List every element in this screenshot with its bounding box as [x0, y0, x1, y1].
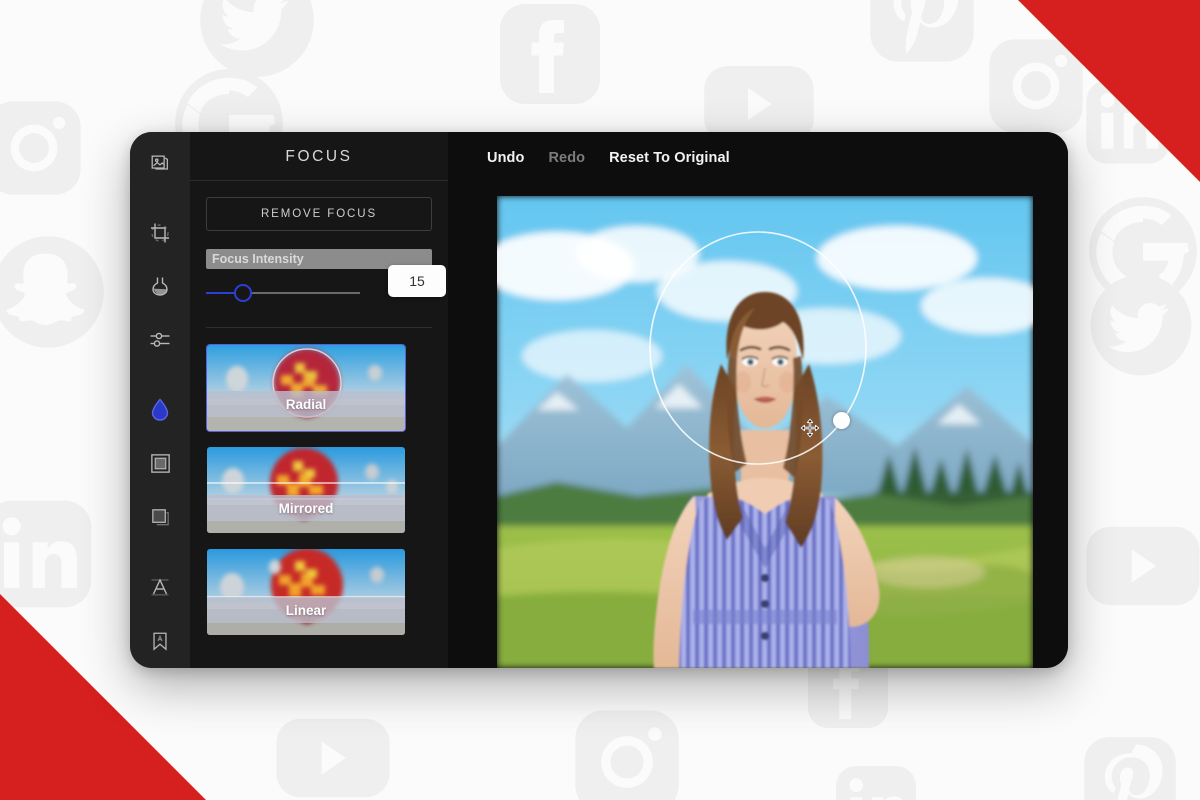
slider-thumb[interactable] — [233, 284, 252, 302]
edited-photo — [497, 196, 1033, 668]
photo-stack-icon[interactable] — [140, 148, 180, 178]
tool-rail — [130, 132, 190, 668]
canvas-area: Undo Redo Reset To Original — [448, 132, 1068, 668]
linkedin-icon — [0, 490, 102, 618]
preset-label: Linear — [207, 597, 405, 623]
frame-icon[interactable] — [140, 449, 180, 479]
undo-button[interactable]: Undo — [487, 150, 524, 166]
focus-preset-list: Radial Mirrored Linear — [190, 344, 448, 668]
pinterest-icon — [1075, 728, 1185, 800]
preset-mirrored[interactable]: Mirrored — [206, 446, 406, 534]
focus-intensity-slider-row: 15 — [206, 265, 446, 305]
droplet-icon[interactable] — [140, 395, 180, 425]
preset-thumbnail-art — [207, 345, 405, 431]
flask-icon[interactable] — [140, 272, 180, 302]
crop-icon[interactable] — [140, 218, 180, 248]
panel-body: REMOVE FOCUS Focus Intensity 15 — [190, 181, 448, 305]
text-a-icon[interactable] — [140, 572, 180, 602]
move-cursor — [800, 418, 820, 438]
photo-canvas[interactable] — [497, 196, 1033, 668]
instagram-icon — [565, 700, 689, 800]
preset-linear[interactable]: Linear — [206, 548, 406, 636]
sticker-bookmark-icon[interactable] — [140, 626, 180, 656]
twitter-icon — [1086, 270, 1196, 380]
focus-tool-panel: FOCUS REMOVE FOCUS Focus Intensity 15 Ra… — [190, 132, 448, 668]
youtube-icon — [272, 712, 394, 800]
linkedin-icon — [828, 758, 924, 800]
reset-to-original-button[interactable]: Reset To Original — [609, 150, 730, 166]
focus-intensity-control: Focus Intensity 15 — [206, 249, 446, 305]
shape-icon[interactable] — [140, 503, 180, 533]
screenshot-stage: FOCUS REMOVE FOCUS Focus Intensity 15 Ra… — [0, 0, 1200, 800]
facebook-icon — [490, 0, 610, 114]
photo-editor-window: FOCUS REMOVE FOCUS Focus Intensity 15 Ra… — [130, 132, 1068, 668]
page-title: FOCUS — [190, 132, 448, 181]
focus-intensity-slider[interactable] — [206, 284, 360, 302]
focus-intensity-value[interactable]: 15 — [388, 265, 446, 297]
adjust-sliders-icon[interactable] — [140, 325, 180, 355]
remove-focus-button[interactable]: REMOVE FOCUS — [206, 197, 432, 231]
snapchat-icon — [0, 230, 110, 354]
preset-radial[interactable]: Radial — [206, 344, 406, 432]
preset-label: Mirrored — [207, 495, 405, 521]
redo-button[interactable]: Redo — [548, 150, 585, 166]
panel-divider — [206, 327, 432, 328]
preset-label: Radial — [207, 391, 405, 417]
instagram-icon — [0, 92, 90, 204]
pinterest-icon — [860, 0, 984, 72]
edit-toolbar: Undo Redo Reset To Original — [448, 132, 1068, 184]
focus-resize-handle[interactable] — [833, 412, 850, 429]
youtube-icon — [1082, 520, 1200, 612]
